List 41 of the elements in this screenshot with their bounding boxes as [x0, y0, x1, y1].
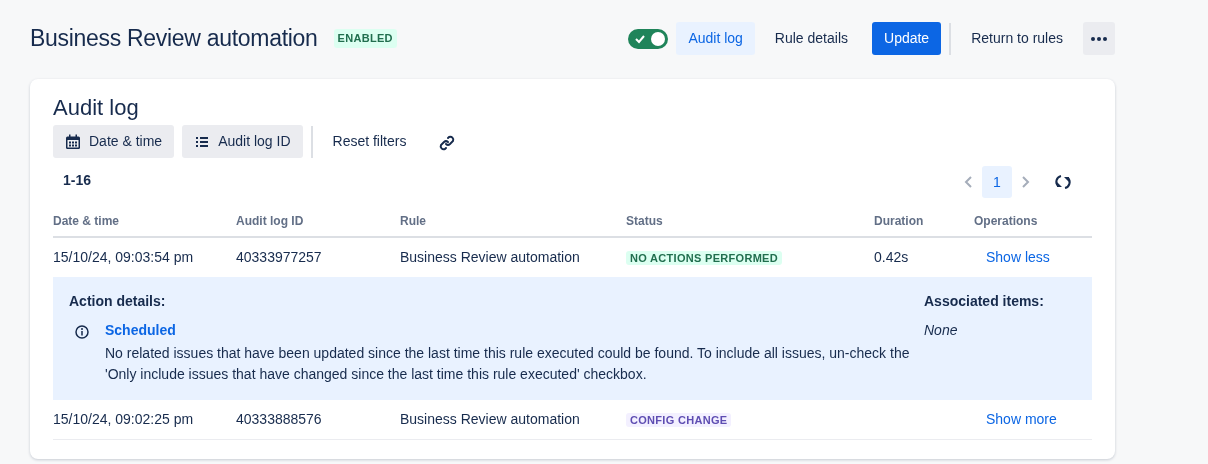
more-button[interactable]	[1083, 22, 1115, 55]
show-toggle-link[interactable]: Show less	[986, 249, 1050, 266]
more-icon	[1091, 37, 1107, 42]
status-lozenge: CONFIG CHANGE	[626, 413, 732, 427]
refresh-icon[interactable]	[1054, 173, 1072, 192]
section-title: Audit log	[53, 95, 140, 122]
action-message: No related issues that have been updated since the last time this rule executed could be found. To include all issues, un-check the 'Only include issues that have changed since the last time this rule executed' checkbox.	[105, 344, 911, 384]
status-lozenge: ENABLED	[333, 29, 397, 48]
column-header: Date & time	[53, 213, 121, 231]
audit-id-text: 40333977257	[236, 249, 322, 266]
nav-tab[interactable]: Rule details	[762, 22, 860, 55]
associated-value: None	[924, 321, 959, 341]
enable-toggle[interactable]	[628, 28, 669, 49]
audit-id-text: 40333888576	[236, 411, 322, 427]
result-range: 1-16	[63, 171, 92, 191]
page-title: Business Review automation	[30, 24, 318, 53]
column-header: Duration	[874, 213, 925, 231]
column-header: Status	[626, 213, 664, 231]
info-icon	[75, 325, 89, 340]
return-to-rules-button[interactable]: Return to rules	[959, 22, 1075, 55]
details-heading: Action details:	[69, 292, 167, 312]
duration-text: 0.42s	[874, 249, 909, 266]
column-header: Rule	[400, 213, 427, 231]
link-icon	[438, 133, 457, 152]
rule-name-text: Business Review automation	[400, 249, 580, 266]
nav-tab[interactable]: Audit log	[676, 22, 755, 55]
column-header: Audit log ID	[236, 213, 305, 231]
column-header: Operations	[974, 213, 1039, 231]
date-text: 15/10/24, 09:03:54 pm	[53, 249, 194, 266]
filter-button[interactable]: Date & time	[53, 125, 175, 159]
rule-name-text: Business Review automation	[400, 411, 580, 427]
page-button[interactable]: 1	[982, 166, 1012, 199]
calendar-icon	[65, 133, 81, 150]
reset-filters-button[interactable]: Reset filters	[320, 125, 419, 159]
update-button[interactable]: Update	[872, 22, 942, 55]
filter-button[interactable]: Audit log ID	[182, 125, 303, 159]
associated-heading: Associated items:	[924, 292, 1044, 312]
date-text: 15/10/24, 09:02:25 pm	[53, 411, 194, 427]
show-toggle-link[interactable]: Show more	[986, 411, 1057, 427]
status-lozenge: NO ACTIONS PERFORMED	[626, 251, 782, 266]
action-link[interactable]: Scheduled	[105, 322, 176, 339]
